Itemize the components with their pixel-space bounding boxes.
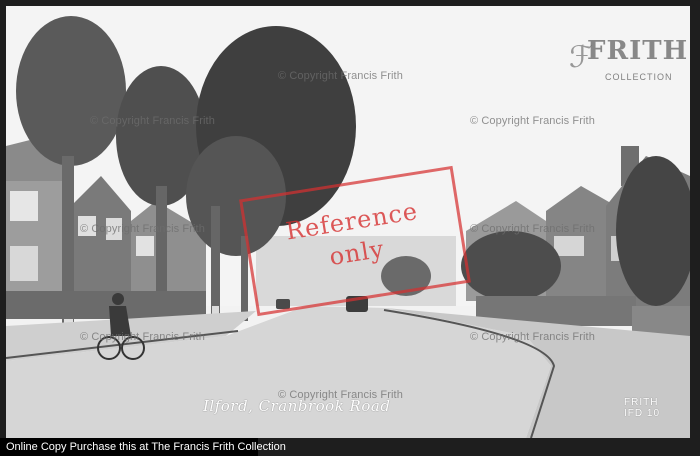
- frith-reference-code: FRITH IFD 10: [624, 397, 660, 419]
- frith-code-line1: FRITH: [624, 397, 659, 408]
- photo-caption: Ilford, Cranbrook Road: [203, 397, 391, 415]
- copyright-watermark: © Copyright Francis Frith: [278, 70, 403, 82]
- copyright-watermark: © Copyright Francis Frith: [470, 115, 595, 127]
- frith-code-line2: IFD 10: [624, 408, 661, 419]
- copyright-watermark: © Copyright Francis Frith: [470, 331, 595, 343]
- street-photograph: © Copyright Francis Frith © Copyright Fr…: [6, 6, 690, 438]
- photo-frame: © Copyright Francis Frith © Copyright Fr…: [0, 0, 700, 456]
- logo-tagline: COLLECTION: [605, 72, 673, 82]
- purchase-link[interactable]: Online Copy Purchase this at The Francis…: [6, 441, 286, 453]
- copyright-watermark: © Copyright Francis Frith: [470, 223, 595, 235]
- copyright-watermark: © Copyright Francis Frith: [90, 115, 215, 127]
- copyright-watermark: © Copyright Francis Frith: [80, 223, 205, 235]
- logo-name: FRITH: [587, 36, 689, 66]
- purchase-footer[interactable]: Online Copy Purchase this at The Francis…: [0, 438, 286, 456]
- copyright-watermark: © Copyright Francis Frith: [80, 331, 205, 343]
- frith-collection-logo: ℱ FRITH COLLECTION: [569, 34, 687, 96]
